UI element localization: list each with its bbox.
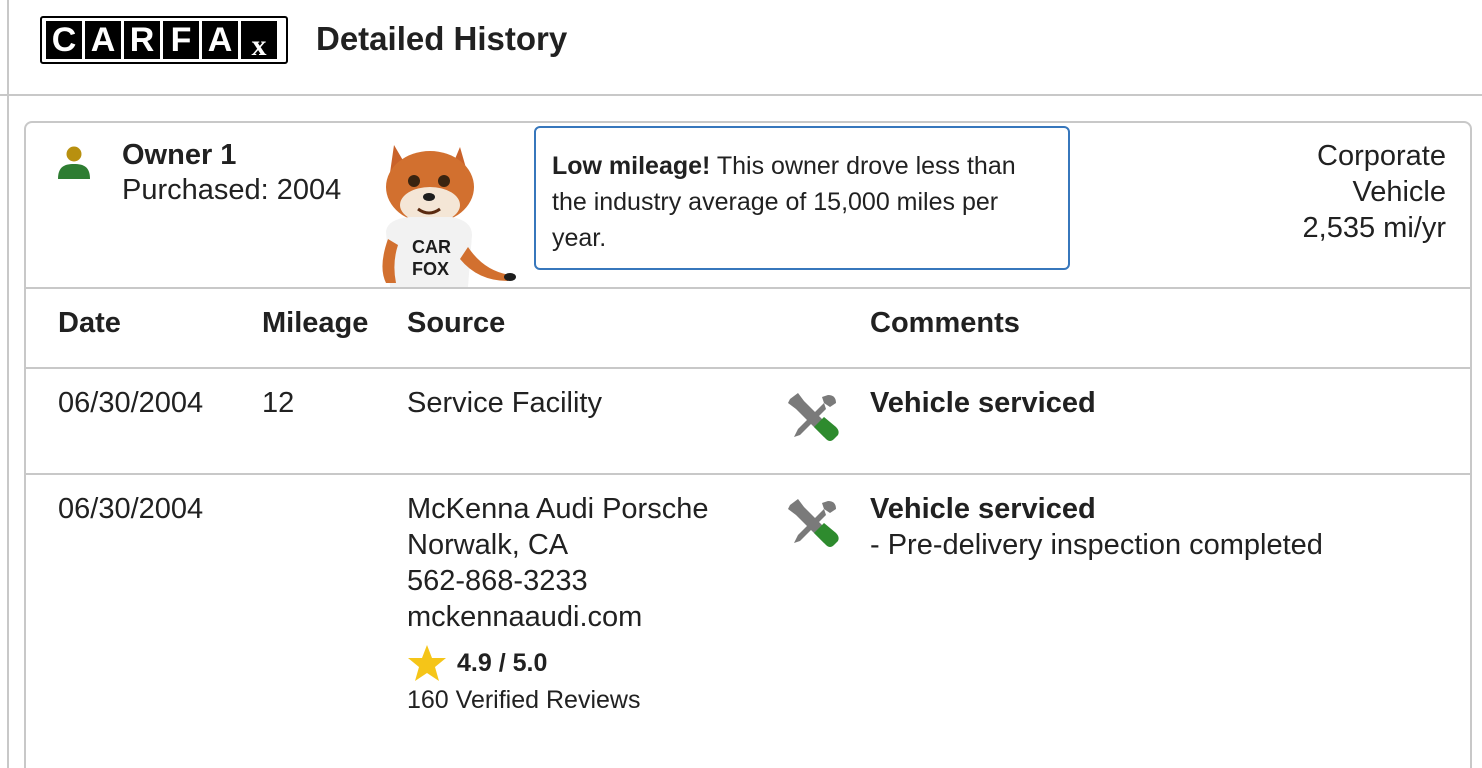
table-row: 06/30/2004 12 Service Facility Vehicle s…: [24, 369, 1472, 475]
wrench-screwdriver-icon: [788, 393, 839, 441]
header: C A R F A x Detailed History: [0, 0, 1482, 96]
source-website-link[interactable]: mckennaaudi.com: [407, 599, 708, 635]
row-comments: Vehicle serviced - Pre-delivery inspecti…: [870, 491, 1323, 563]
svg-text:CAR: CAR: [412, 237, 451, 257]
source-rating: 4.9 / 5.0: [407, 643, 708, 683]
owner-type-line: Vehicle: [1352, 176, 1446, 208]
page-title: Detailed History: [316, 20, 568, 57]
verified-reviews-link[interactable]: 160 Verified Reviews: [407, 683, 708, 717]
logo-letter: F: [163, 21, 199, 59]
row-mileage: 12: [262, 387, 295, 419]
owner-type-line: Corporate: [1317, 140, 1446, 172]
header-date: Date: [58, 307, 121, 339]
owner-type: Corporate Vehicle 2,535 mi/yr: [1303, 138, 1446, 246]
row-date: 06/30/2004: [58, 493, 204, 525]
callout-bold: Low mileage!: [552, 152, 711, 180]
header-source: Source: [407, 307, 506, 339]
owner-purchased: Purchased: 2004: [122, 174, 342, 206]
header-mileage: Mileage: [262, 307, 369, 339]
history-table: Date Mileage Source Comments 06/30/2004 …: [24, 287, 1472, 768]
table-header: Date Mileage Source Comments: [24, 287, 1472, 369]
row-comment-title: Vehicle serviced: [870, 387, 1096, 419]
wrench-screwdriver-icon: [788, 499, 839, 547]
owner-mileage-per-year: 2,535 mi/yr: [1302, 212, 1446, 244]
logo-letter: A: [85, 21, 121, 59]
low-mileage-callout: Low mileage! This owner drove less than …: [534, 126, 1070, 270]
carfax-logo[interactable]: C A R F A x: [40, 16, 288, 64]
table-row: 06/30/2004 McKenna Audi Porsche Norwalk,…: [24, 475, 1472, 768]
owner-name: Owner 1: [122, 139, 237, 171]
star-icon: [408, 645, 446, 681]
row-comment-title: Vehicle serviced: [870, 493, 1096, 525]
logo-letter: C: [46, 21, 82, 59]
header-comments: Comments: [870, 307, 1020, 339]
row-source: Service Facility: [407, 387, 602, 419]
logo-letter: R: [124, 21, 160, 59]
row-comment-detail: - Pre-delivery inspection completed: [870, 529, 1323, 561]
person-icon: [58, 146, 90, 179]
source-phone[interactable]: 562-868-3233: [407, 563, 708, 599]
carfox-mascot-image: CAR FOX: [382, 145, 516, 287]
rating-value: 4.9 / 5.0: [457, 649, 548, 677]
row-source: McKenna Audi Porsche Norwalk, CA 562-868…: [407, 491, 708, 717]
logo-letter: A: [202, 21, 238, 59]
source-location: Norwalk, CA: [407, 529, 569, 561]
source-name: McKenna Audi Porsche: [407, 493, 709, 525]
row-date: 06/30/2004: [58, 387, 204, 419]
svg-text:FOX: FOX: [412, 259, 449, 279]
logo-letter: x: [241, 21, 277, 62]
